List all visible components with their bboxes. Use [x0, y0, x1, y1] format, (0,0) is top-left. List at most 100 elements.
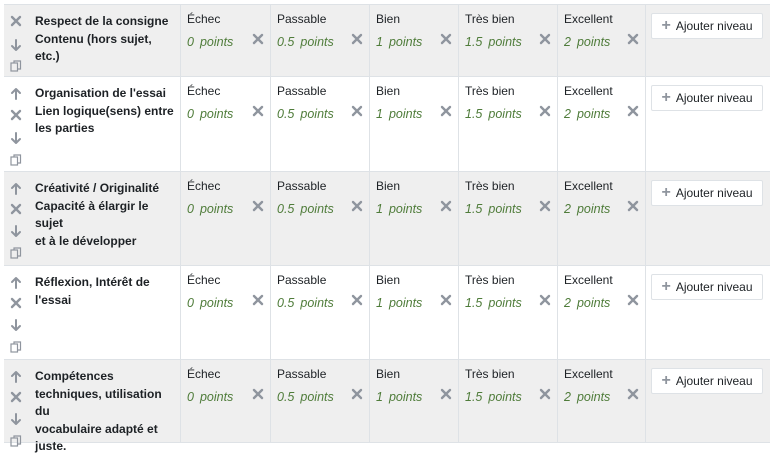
move-up-icon[interactable] — [8, 368, 24, 384]
delete-level-icon[interactable] — [626, 387, 640, 401]
level-definition[interactable]: Passable — [277, 84, 326, 98]
delete-icon[interactable] — [8, 295, 24, 311]
add-level-button[interactable]: + Ajouter niveau — [651, 13, 763, 39]
level-score[interactable]: 1 points — [376, 390, 422, 404]
delete-level-icon[interactable] — [626, 32, 640, 46]
level-definition[interactable]: Très bien — [465, 84, 515, 98]
delete-level-icon[interactable] — [439, 293, 453, 307]
add-level-button[interactable]: + Ajouter niveau — [651, 274, 763, 300]
level-definition[interactable]: Excellent — [564, 12, 613, 26]
level-score[interactable]: 0.5 points — [277, 296, 334, 310]
level-definition[interactable]: Échec — [187, 179, 220, 193]
criterion-description[interactable]: Organisation de l'essai Lien logique(sens… — [35, 85, 178, 138]
delete-level-icon[interactable] — [538, 293, 552, 307]
add-level-button[interactable]: + Ajouter niveau — [651, 85, 763, 111]
criterion-description[interactable]: Respect de la consigne Contenu (hors suje… — [35, 13, 178, 66]
level-score[interactable]: 1.5 points — [465, 202, 522, 216]
level-definition[interactable]: Très bien — [465, 367, 515, 381]
delete-level-icon[interactable] — [251, 293, 265, 307]
delete-level-icon[interactable] — [350, 293, 364, 307]
duplicate-icon[interactable] — [8, 152, 24, 168]
level-score[interactable]: 1 points — [376, 296, 422, 310]
level-score[interactable]: 1.5 points — [465, 296, 522, 310]
duplicate-icon[interactable] — [8, 245, 24, 261]
level-score[interactable]: 0 points — [187, 296, 233, 310]
level-definition[interactable]: Passable — [277, 367, 326, 381]
delete-level-icon[interactable] — [350, 32, 364, 46]
level-definition[interactable]: Passable — [277, 12, 326, 26]
level-score[interactable]: 1 points — [376, 35, 422, 49]
move-up-icon[interactable] — [8, 85, 24, 101]
duplicate-icon[interactable] — [8, 58, 24, 74]
level-score[interactable]: 0.5 points — [277, 202, 334, 216]
level-definition[interactable]: Échec — [187, 273, 220, 287]
criterion-description[interactable]: Compétences techniques, utilisation du voc… — [35, 368, 178, 456]
move-down-icon[interactable] — [8, 130, 24, 146]
level-definition[interactable]: Très bien — [465, 12, 515, 26]
level-definition[interactable]: Échec — [187, 84, 220, 98]
level-score[interactable]: 1.5 points — [465, 107, 522, 121]
level-definition[interactable]: Échec — [187, 367, 220, 381]
level-definition[interactable]: Passable — [277, 179, 326, 193]
delete-level-icon[interactable] — [626, 199, 640, 213]
level-definition[interactable]: Bien — [376, 179, 400, 193]
delete-level-icon[interactable] — [251, 104, 265, 118]
delete-level-icon[interactable] — [439, 387, 453, 401]
level-definition[interactable]: Bien — [376, 12, 400, 26]
delete-level-icon[interactable] — [350, 199, 364, 213]
move-up-icon[interactable] — [8, 274, 24, 290]
duplicate-icon[interactable] — [8, 433, 24, 449]
level-definition[interactable]: Bien — [376, 367, 400, 381]
add-level-button[interactable]: + Ajouter niveau — [651, 180, 763, 206]
level-score[interactable]: 0 points — [187, 202, 233, 216]
delete-level-icon[interactable] — [251, 199, 265, 213]
move-down-icon[interactable] — [8, 317, 24, 333]
move-down-icon[interactable] — [8, 223, 24, 239]
level-definition[interactable]: Excellent — [564, 84, 613, 98]
delete-level-icon[interactable] — [439, 199, 453, 213]
level-score[interactable]: 1 points — [376, 202, 422, 216]
delete-level-icon[interactable] — [251, 32, 265, 46]
delete-level-icon[interactable] — [626, 293, 640, 307]
level-definition[interactable]: Bien — [376, 84, 400, 98]
level-score[interactable]: 2 points — [564, 202, 610, 216]
criterion-description[interactable]: Réflexion, Intérêt de l'essai — [35, 274, 178, 309]
level-score[interactable]: 0.5 points — [277, 35, 334, 49]
delete-level-icon[interactable] — [439, 32, 453, 46]
level-definition[interactable]: Passable — [277, 273, 326, 287]
level-definition[interactable]: Très bien — [465, 273, 515, 287]
level-score[interactable]: 2 points — [564, 390, 610, 404]
delete-level-icon[interactable] — [350, 387, 364, 401]
level-definition[interactable]: Excellent — [564, 179, 613, 193]
delete-level-icon[interactable] — [538, 32, 552, 46]
level-score[interactable]: 2 points — [564, 296, 610, 310]
criterion-description[interactable]: Créativité / Originalité Capacité à élarg… — [35, 180, 178, 250]
level-definition[interactable]: Bien — [376, 273, 400, 287]
delete-icon[interactable] — [8, 201, 24, 217]
delete-level-icon[interactable] — [538, 104, 552, 118]
move-down-icon[interactable] — [8, 37, 24, 53]
level-definition[interactable]: Échec — [187, 12, 220, 26]
delete-level-icon[interactable] — [538, 387, 552, 401]
level-score[interactable]: 2 points — [564, 35, 610, 49]
level-score[interactable]: 1.5 points — [465, 35, 522, 49]
delete-level-icon[interactable] — [251, 387, 265, 401]
delete-level-icon[interactable] — [439, 104, 453, 118]
level-definition[interactable]: Excellent — [564, 367, 613, 381]
add-level-button[interactable]: + Ajouter niveau — [651, 368, 763, 394]
duplicate-icon[interactable] — [8, 339, 24, 355]
level-score[interactable]: 0 points — [187, 107, 233, 121]
level-score[interactable]: 0 points — [187, 390, 233, 404]
move-down-icon[interactable] — [8, 411, 24, 427]
delete-icon[interactable] — [8, 389, 24, 405]
delete-level-icon[interactable] — [538, 199, 552, 213]
level-score[interactable]: 0 points — [187, 35, 233, 49]
level-score[interactable]: 0.5 points — [277, 107, 334, 121]
level-definition[interactable]: Très bien — [465, 179, 515, 193]
level-score[interactable]: 1 points — [376, 107, 422, 121]
move-up-icon[interactable] — [8, 180, 24, 196]
level-score[interactable]: 0.5 points — [277, 390, 334, 404]
delete-icon[interactable] — [8, 13, 24, 29]
delete-level-icon[interactable] — [350, 104, 364, 118]
level-score[interactable]: 1.5 points — [465, 390, 522, 404]
